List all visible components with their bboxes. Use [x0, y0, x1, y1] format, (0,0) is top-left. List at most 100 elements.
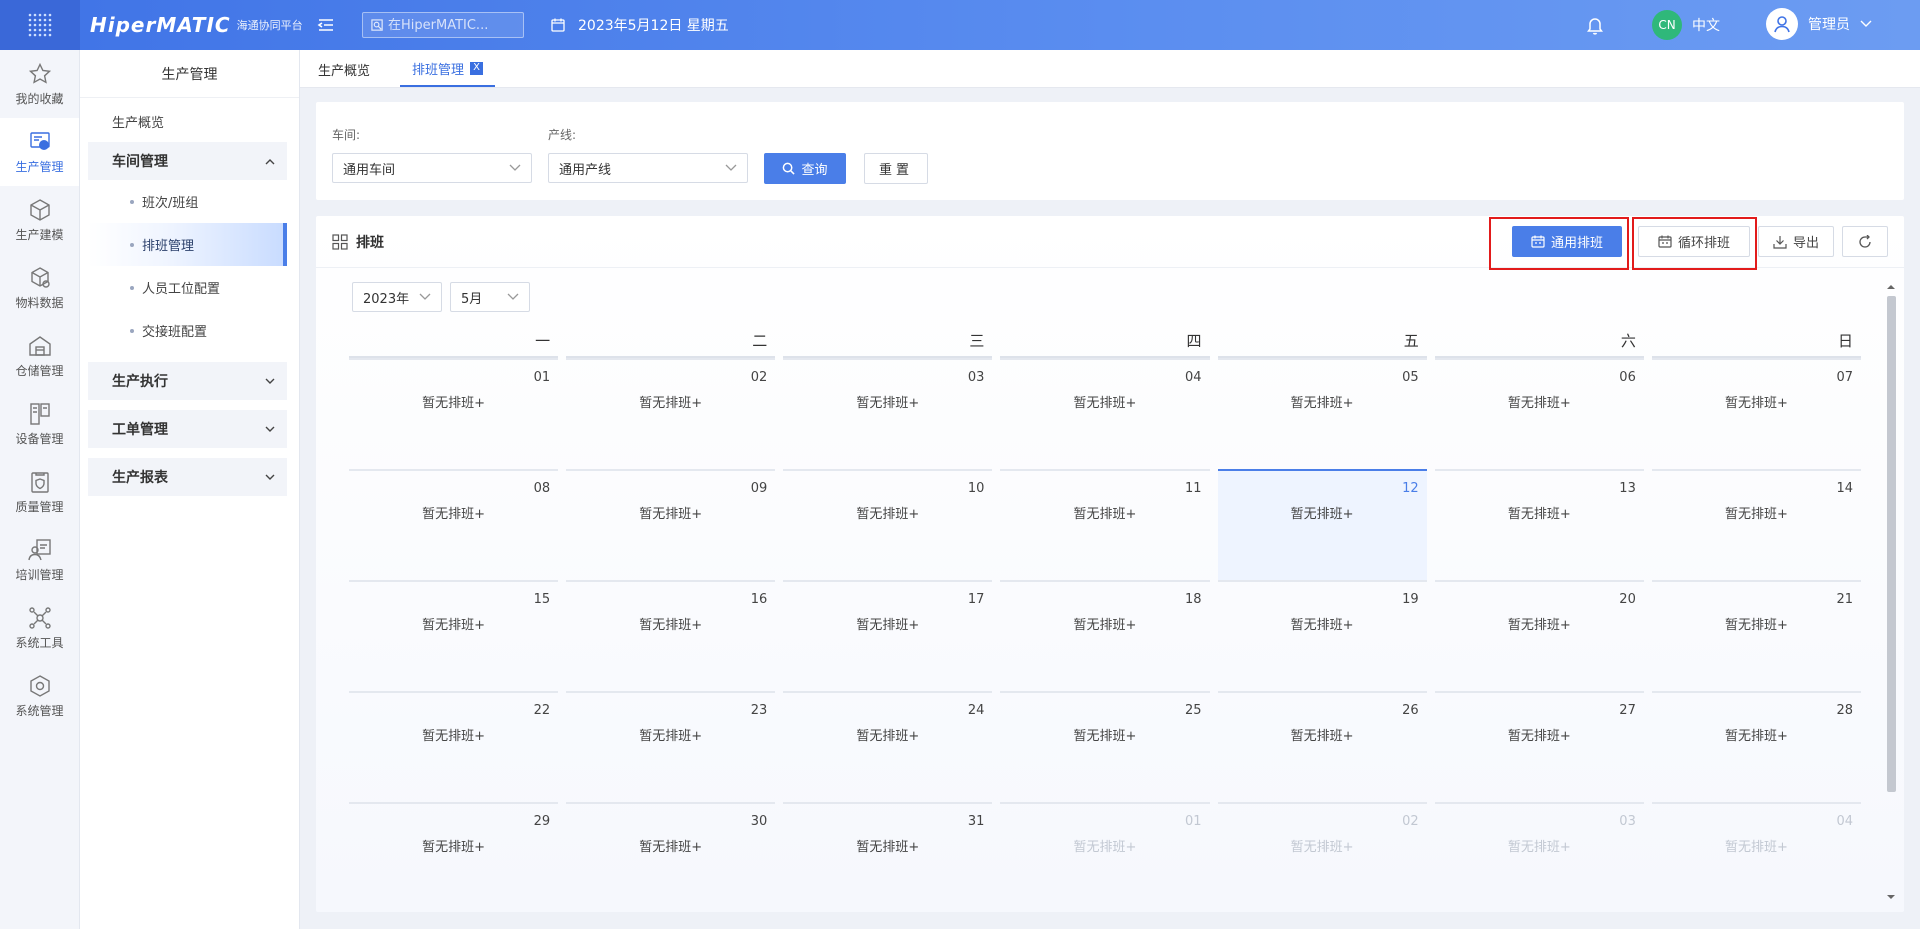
- module-modeling[interactable]: 生产建模: [0, 186, 79, 254]
- add-schedule-link[interactable]: 暂无排班+: [349, 836, 558, 855]
- add-schedule-link[interactable]: 暂无排班+: [349, 614, 558, 633]
- calendar-day-cell[interactable]: 02 暂无排班+: [566, 358, 776, 469]
- add-schedule-link[interactable]: 暂无排班+: [1652, 503, 1861, 522]
- calendar-day-cell[interactable]: 15 暂无排班+: [349, 580, 559, 691]
- add-schedule-link[interactable]: 暂无排班+: [349, 503, 558, 522]
- add-schedule-link[interactable]: 暂无排班+: [566, 392, 775, 411]
- calendar-day-cell[interactable]: 04 暂无排班+: [1651, 802, 1861, 913]
- calendar-day-cell[interactable]: 19 暂无排班+: [1217, 580, 1427, 691]
- calendar-day-cell[interactable]: 22 暂无排班+: [349, 691, 559, 802]
- calendar-day-cell[interactable]: 24 暂无排班+: [783, 691, 993, 802]
- add-schedule-link[interactable]: 暂无排班+: [1218, 392, 1427, 411]
- sidebar-group-workshop[interactable]: 车间管理: [88, 142, 287, 180]
- calendar-day-cell[interactable]: 29 暂无排班+: [349, 802, 559, 913]
- tab-schedule[interactable]: 排班管理 X: [400, 51, 496, 87]
- module-favorites[interactable]: 我的收藏: [0, 50, 79, 118]
- module-warehouse[interactable]: 仓储管理: [0, 322, 79, 390]
- calendar-day-cell[interactable]: 01 暂无排班+: [1000, 802, 1210, 913]
- sidebar-item-staff-station[interactable]: 人员工位配置: [88, 266, 287, 309]
- add-schedule-link[interactable]: 暂无排班+: [566, 614, 775, 633]
- module-system[interactable]: 系统管理: [0, 662, 79, 730]
- calendar-day-cell[interactable]: 01 暂无排班+: [349, 358, 559, 469]
- calendar-day-cell[interactable]: 27 暂无排班+: [1434, 691, 1644, 802]
- add-schedule-link[interactable]: 暂无排班+: [783, 725, 992, 744]
- calendar-day-cell[interactable]: 23 暂无排班+: [566, 691, 776, 802]
- add-schedule-link[interactable]: 暂无排班+: [1652, 614, 1861, 633]
- sidebar-group-report[interactable]: 生产报表: [88, 458, 287, 496]
- scrollbar-thumb[interactable]: [1887, 296, 1896, 792]
- calendar-day-cell[interactable]: 07 暂无排班+: [1651, 358, 1861, 469]
- add-schedule-link[interactable]: 暂无排班+: [1000, 836, 1209, 855]
- month-select[interactable]: 5月: [450, 282, 530, 312]
- cycle-schedule-button[interactable]: 循环排班: [1638, 226, 1750, 257]
- search-input[interactable]: [388, 17, 518, 33]
- module-production[interactable]: 生产管理: [0, 118, 79, 186]
- calendar-day-cell[interactable]: 10 暂无排班+: [783, 469, 993, 580]
- calendar-day-cell[interactable]: 03 暂无排班+: [783, 358, 993, 469]
- module-quality[interactable]: 质量管理: [0, 458, 79, 526]
- calendar-day-cell[interactable]: 08 暂无排班+: [349, 469, 559, 580]
- workshop-select[interactable]: 通用车间: [332, 153, 532, 183]
- calendar-day-cell[interactable]: 28 暂无排班+: [1651, 691, 1861, 802]
- calendar-day-cell[interactable]: 04 暂无排班+: [1000, 358, 1210, 469]
- add-schedule-link[interactable]: 暂无排班+: [1218, 614, 1427, 633]
- add-schedule-link[interactable]: 暂无排班+: [1435, 392, 1644, 411]
- calendar-day-cell[interactable]: 13 暂无排班+: [1434, 469, 1644, 580]
- app-grid-icon[interactable]: [0, 0, 80, 50]
- bell-icon[interactable]: [1586, 15, 1604, 39]
- add-schedule-link[interactable]: 暂无排班+: [1652, 725, 1861, 744]
- language-switch[interactable]: CN 中文: [1652, 10, 1720, 40]
- sidebar-item-overview[interactable]: 生产概览: [80, 102, 299, 140]
- scrollbar[interactable]: [1884, 282, 1898, 902]
- user-menu[interactable]: 管理员: [1766, 8, 1872, 40]
- calendar-day-cell[interactable]: 26 暂无排班+: [1217, 691, 1427, 802]
- add-schedule-link[interactable]: 暂无排班+: [1000, 725, 1209, 744]
- year-select[interactable]: 2023年: [352, 282, 442, 312]
- refresh-button[interactable]: [1842, 226, 1888, 257]
- close-icon[interactable]: X: [470, 61, 484, 75]
- add-schedule-link[interactable]: 暂无排班+: [1435, 836, 1644, 855]
- add-schedule-link[interactable]: 暂无排班+: [783, 836, 992, 855]
- module-training[interactable]: 培训管理: [0, 526, 79, 594]
- calendar-day-cell[interactable]: 18 暂无排班+: [1000, 580, 1210, 691]
- add-schedule-link[interactable]: 暂无排班+: [1218, 836, 1427, 855]
- module-device[interactable]: 设备管理: [0, 390, 79, 458]
- calendar-day-cell[interactable]: 14 暂无排班+: [1651, 469, 1861, 580]
- add-schedule-link[interactable]: 暂无排班+: [1218, 503, 1427, 522]
- general-schedule-button[interactable]: 通用排班: [1512, 226, 1622, 257]
- add-schedule-link[interactable]: 暂无排班+: [1218, 725, 1427, 744]
- query-button[interactable]: 查询: [764, 153, 846, 184]
- sidebar-item-schedule[interactable]: 排班管理: [88, 223, 287, 266]
- add-schedule-link[interactable]: 暂无排班+: [783, 392, 992, 411]
- add-schedule-link[interactable]: 暂无排班+: [1652, 836, 1861, 855]
- add-schedule-link[interactable]: 暂无排班+: [566, 836, 775, 855]
- add-schedule-link[interactable]: 暂无排班+: [1652, 392, 1861, 411]
- calendar-day-cell[interactable]: 11 暂无排班+: [1000, 469, 1210, 580]
- calendar-day-cell[interactable]: 25 暂无排班+: [1000, 691, 1210, 802]
- add-schedule-link[interactable]: 暂无排班+: [349, 392, 558, 411]
- add-schedule-link[interactable]: 暂无排班+: [783, 614, 992, 633]
- global-search[interactable]: [362, 12, 524, 38]
- calendar-day-cell[interactable]: 05 暂无排班+: [1217, 358, 1427, 469]
- add-schedule-link[interactable]: 暂无排班+: [1000, 392, 1209, 411]
- add-schedule-link[interactable]: 暂无排班+: [566, 503, 775, 522]
- add-schedule-link[interactable]: 暂无排班+: [1000, 614, 1209, 633]
- calendar-day-cell[interactable]: 06 暂无排班+: [1434, 358, 1644, 469]
- sidebar-group-work-order[interactable]: 工单管理: [88, 410, 287, 448]
- add-schedule-link[interactable]: 暂无排班+: [1435, 614, 1644, 633]
- menu-collapse-icon[interactable]: [316, 15, 336, 35]
- tab-overview[interactable]: 生产概览: [316, 51, 372, 87]
- sidebar-item-shift[interactable]: 班次/班组: [88, 180, 287, 223]
- module-tools[interactable]: 系统工具: [0, 594, 79, 662]
- sidebar-group-execution[interactable]: 生产执行: [88, 362, 287, 400]
- calendar-day-cell[interactable]: 12 暂无排班+: [1217, 469, 1427, 580]
- sidebar-item-handover[interactable]: 交接班配置: [88, 309, 287, 352]
- calendar-day-cell[interactable]: 02 暂无排班+: [1217, 802, 1427, 913]
- calendar-day-cell[interactable]: 17 暂无排班+: [783, 580, 993, 691]
- add-schedule-link[interactable]: 暂无排班+: [349, 725, 558, 744]
- line-select[interactable]: 通用产线: [548, 153, 748, 183]
- calendar-day-cell[interactable]: 30 暂无排班+: [566, 802, 776, 913]
- module-material[interactable]: 物料数据: [0, 254, 79, 322]
- calendar-day-cell[interactable]: 31 暂无排班+: [783, 802, 993, 913]
- calendar-day-cell[interactable]: 03 暂无排班+: [1434, 802, 1644, 913]
